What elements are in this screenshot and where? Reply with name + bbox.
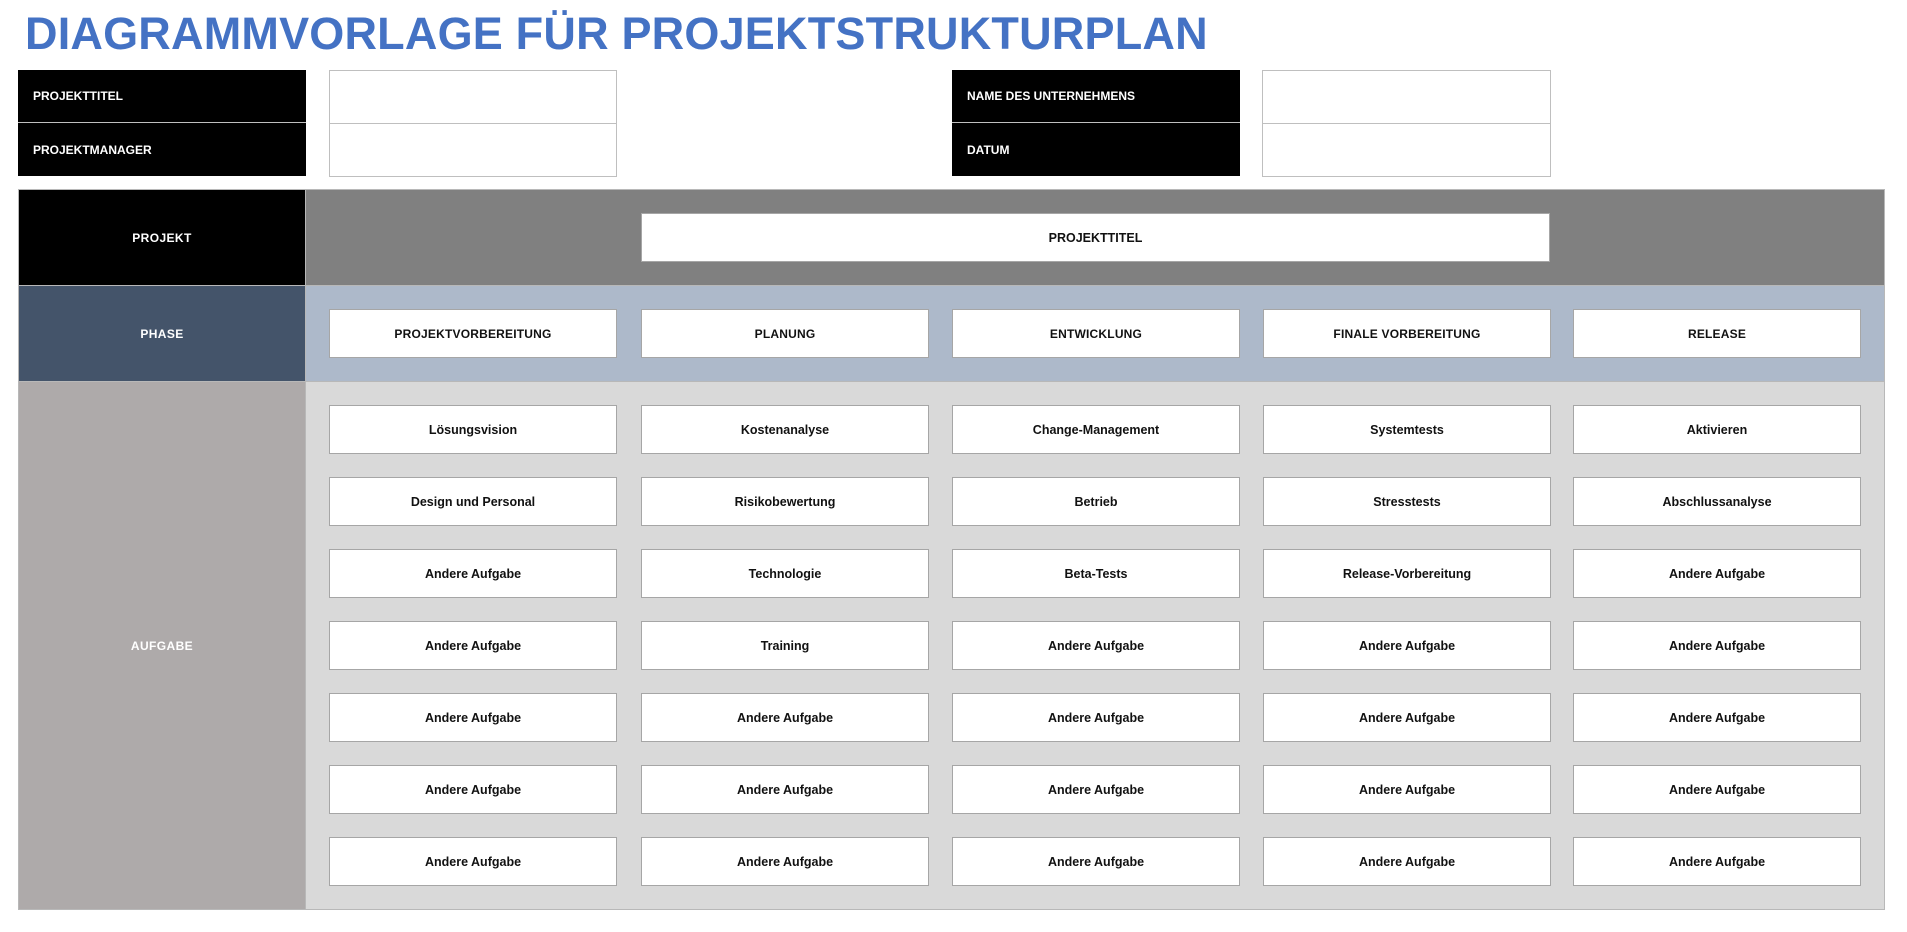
- task-box[interactable]: Andere Aufgabe: [1573, 837, 1861, 886]
- task-box[interactable]: Andere Aufgabe: [952, 765, 1240, 814]
- project-row-label: PROJEKT: [132, 230, 192, 245]
- project-row-band: PROJEKTTITEL: [305, 189, 1885, 286]
- project-manager-field[interactable]: [329, 123, 617, 177]
- phase-row-label-cell: PHASE: [18, 285, 306, 382]
- phase-box[interactable]: FINALE VORBEREITUNG: [1263, 309, 1551, 358]
- company-name-input[interactable]: [1263, 71, 1550, 123]
- task-box[interactable]: Andere Aufgabe: [641, 765, 929, 814]
- task-box[interactable]: Andere Aufgabe: [952, 837, 1240, 886]
- task-box[interactable]: Andere Aufgabe: [329, 837, 617, 886]
- task-box[interactable]: Change-Management: [952, 405, 1240, 454]
- project-row-label-cell: PROJEKT: [18, 189, 306, 286]
- phase-box[interactable]: RELEASE: [1573, 309, 1861, 358]
- task-box[interactable]: Risikobewertung: [641, 477, 929, 526]
- company-name-field[interactable]: [1262, 70, 1551, 124]
- task-box[interactable]: Systemtests: [1263, 405, 1551, 454]
- task-box[interactable]: Design und Personal: [329, 477, 617, 526]
- task-box[interactable]: Andere Aufgabe: [952, 693, 1240, 742]
- task-box[interactable]: Andere Aufgabe: [329, 693, 617, 742]
- phase-row-label: PHASE: [140, 326, 184, 341]
- date-label: DATUM: [952, 123, 1240, 176]
- phase-row-band: PROJEKTVORBEREITUNG PLANUNG ENTWICKLUNG FIN…: [305, 285, 1885, 382]
- phase-box[interactable]: ENTWICKLUNG: [952, 309, 1240, 358]
- page-title: DIAGRAMMVORLAGE FÜR PROJEKTSTRUKTURPLAN: [25, 8, 1208, 59]
- task-box[interactable]: Abschlussanalyse: [1573, 477, 1861, 526]
- task-box[interactable]: Andere Aufgabe: [1573, 765, 1861, 814]
- task-box[interactable]: Andere Aufgabe: [1573, 621, 1861, 670]
- task-box[interactable]: Kostenanalyse: [641, 405, 929, 454]
- company-name-label: NAME DES UNTERNEHMENS: [952, 70, 1240, 123]
- project-title-field[interactable]: [329, 70, 617, 124]
- task-box[interactable]: Andere Aufgabe: [641, 837, 929, 886]
- task-row-band: Lösungsvision Design und Personal Andere A…: [305, 381, 1885, 910]
- task-box[interactable]: Andere Aufgabe: [329, 621, 617, 670]
- date-field[interactable]: [1262, 123, 1551, 177]
- date-input[interactable]: [1263, 124, 1550, 176]
- project-manager-input[interactable]: [330, 124, 616, 176]
- task-box[interactable]: Andere Aufgabe: [1573, 693, 1861, 742]
- wbs-diagram: PROJEKT PROJEKTTITEL PHASE PROJEKTVORBER…: [18, 189, 1885, 910]
- task-row-label: AUFGABE: [130, 638, 194, 653]
- task-box[interactable]: Aktivieren: [1573, 405, 1861, 454]
- project-title-input[interactable]: [330, 71, 616, 123]
- task-box[interactable]: Release-Vorbereitung: [1263, 549, 1551, 598]
- phase-box[interactable]: PLANUNG: [641, 309, 929, 358]
- task-box[interactable]: Andere Aufgabe: [1263, 765, 1551, 814]
- task-box[interactable]: Andere Aufgabe: [1263, 621, 1551, 670]
- task-box[interactable]: Andere Aufgabe: [1573, 549, 1861, 598]
- task-box[interactable]: Training: [641, 621, 929, 670]
- task-row-label-cell: AUFGABE: [18, 381, 306, 910]
- project-manager-label: PROJEKTMANAGER: [18, 123, 306, 176]
- task-box[interactable]: Andere Aufgabe: [952, 621, 1240, 670]
- task-box[interactable]: Beta-Tests: [952, 549, 1240, 598]
- task-box[interactable]: Lösungsvision: [329, 405, 617, 454]
- project-title-box[interactable]: PROJEKTTITEL: [641, 213, 1550, 262]
- task-box[interactable]: Andere Aufgabe: [641, 693, 929, 742]
- task-box[interactable]: Technologie: [641, 549, 929, 598]
- task-box[interactable]: Betrieb: [952, 477, 1240, 526]
- task-box[interactable]: Stresstests: [1263, 477, 1551, 526]
- task-box[interactable]: Andere Aufgabe: [1263, 837, 1551, 886]
- task-box[interactable]: Andere Aufgabe: [1263, 693, 1551, 742]
- phase-box[interactable]: PROJEKTVORBEREITUNG: [329, 309, 617, 358]
- task-box[interactable]: Andere Aufgabe: [329, 549, 617, 598]
- task-box[interactable]: Andere Aufgabe: [329, 765, 617, 814]
- project-title-label: PROJEKTTITEL: [18, 70, 306, 123]
